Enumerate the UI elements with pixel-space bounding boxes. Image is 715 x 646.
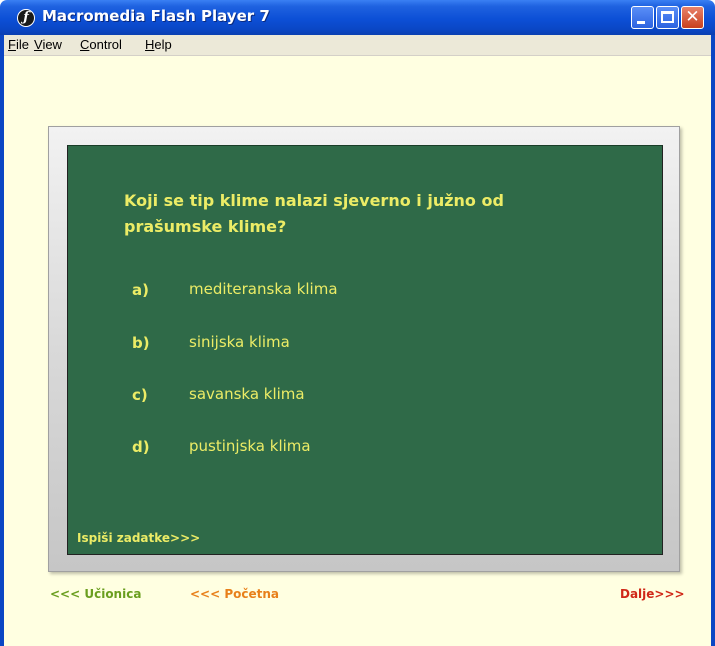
chalkboard: Koji se tip klime nalazi sjeverno i južn… [67, 145, 663, 555]
next-link[interactable]: Dalje>>> [620, 587, 685, 601]
title-bar[interactable]: ƒ Macromedia Flash Player 7 ✕ [0, 0, 715, 35]
print-tasks-link[interactable]: Ispiši zadatke>>> [77, 531, 200, 545]
close-icon: ✕ [685, 7, 700, 27]
answer-a-option[interactable]: mediteranska klima [189, 280, 338, 298]
menu-control[interactable]: Control [80, 37, 122, 52]
flash-stage: Koji se tip klime nalazi sjeverno i južn… [4, 56, 711, 646]
minimize-icon [637, 21, 645, 24]
menu-file[interactable]: File [8, 37, 29, 52]
answer-b-option[interactable]: sinijska klima [189, 333, 290, 351]
answer-a-letter[interactable]: a) [132, 281, 149, 299]
question-line-2: prašumske klime? [124, 217, 287, 236]
close-button[interactable]: ✕ [681, 6, 704, 29]
classroom-link[interactable]: <<< Učionica [50, 587, 141, 601]
menu-view[interactable]: View [34, 37, 62, 52]
answer-d-option[interactable]: pustinjska klima [189, 437, 311, 455]
menu-help[interactable]: Help [145, 37, 172, 52]
answer-c-letter[interactable]: c) [132, 386, 148, 404]
answer-d-letter[interactable]: d) [132, 438, 150, 456]
home-link[interactable]: <<< Početna [190, 587, 279, 601]
minimize-button[interactable] [631, 6, 654, 29]
question-text: Koji se tip klime nalazi sjeverno i južn… [124, 188, 584, 240]
answer-b-letter[interactable]: b) [132, 334, 150, 352]
chalkboard-frame: Koji se tip klime nalazi sjeverno i južn… [48, 126, 680, 572]
answer-c-option[interactable]: savanska klima [189, 385, 305, 403]
flash-icon[interactable]: ƒ [17, 9, 35, 27]
window-title: Macromedia Flash Player 7 [42, 7, 270, 25]
window-border-right [711, 35, 715, 646]
maximize-icon [661, 11, 674, 23]
question-line-1: Koji se tip klime nalazi sjeverno i južn… [124, 191, 504, 210]
maximize-button[interactable] [656, 6, 679, 29]
menu-bar: File View Control Help [4, 35, 711, 56]
